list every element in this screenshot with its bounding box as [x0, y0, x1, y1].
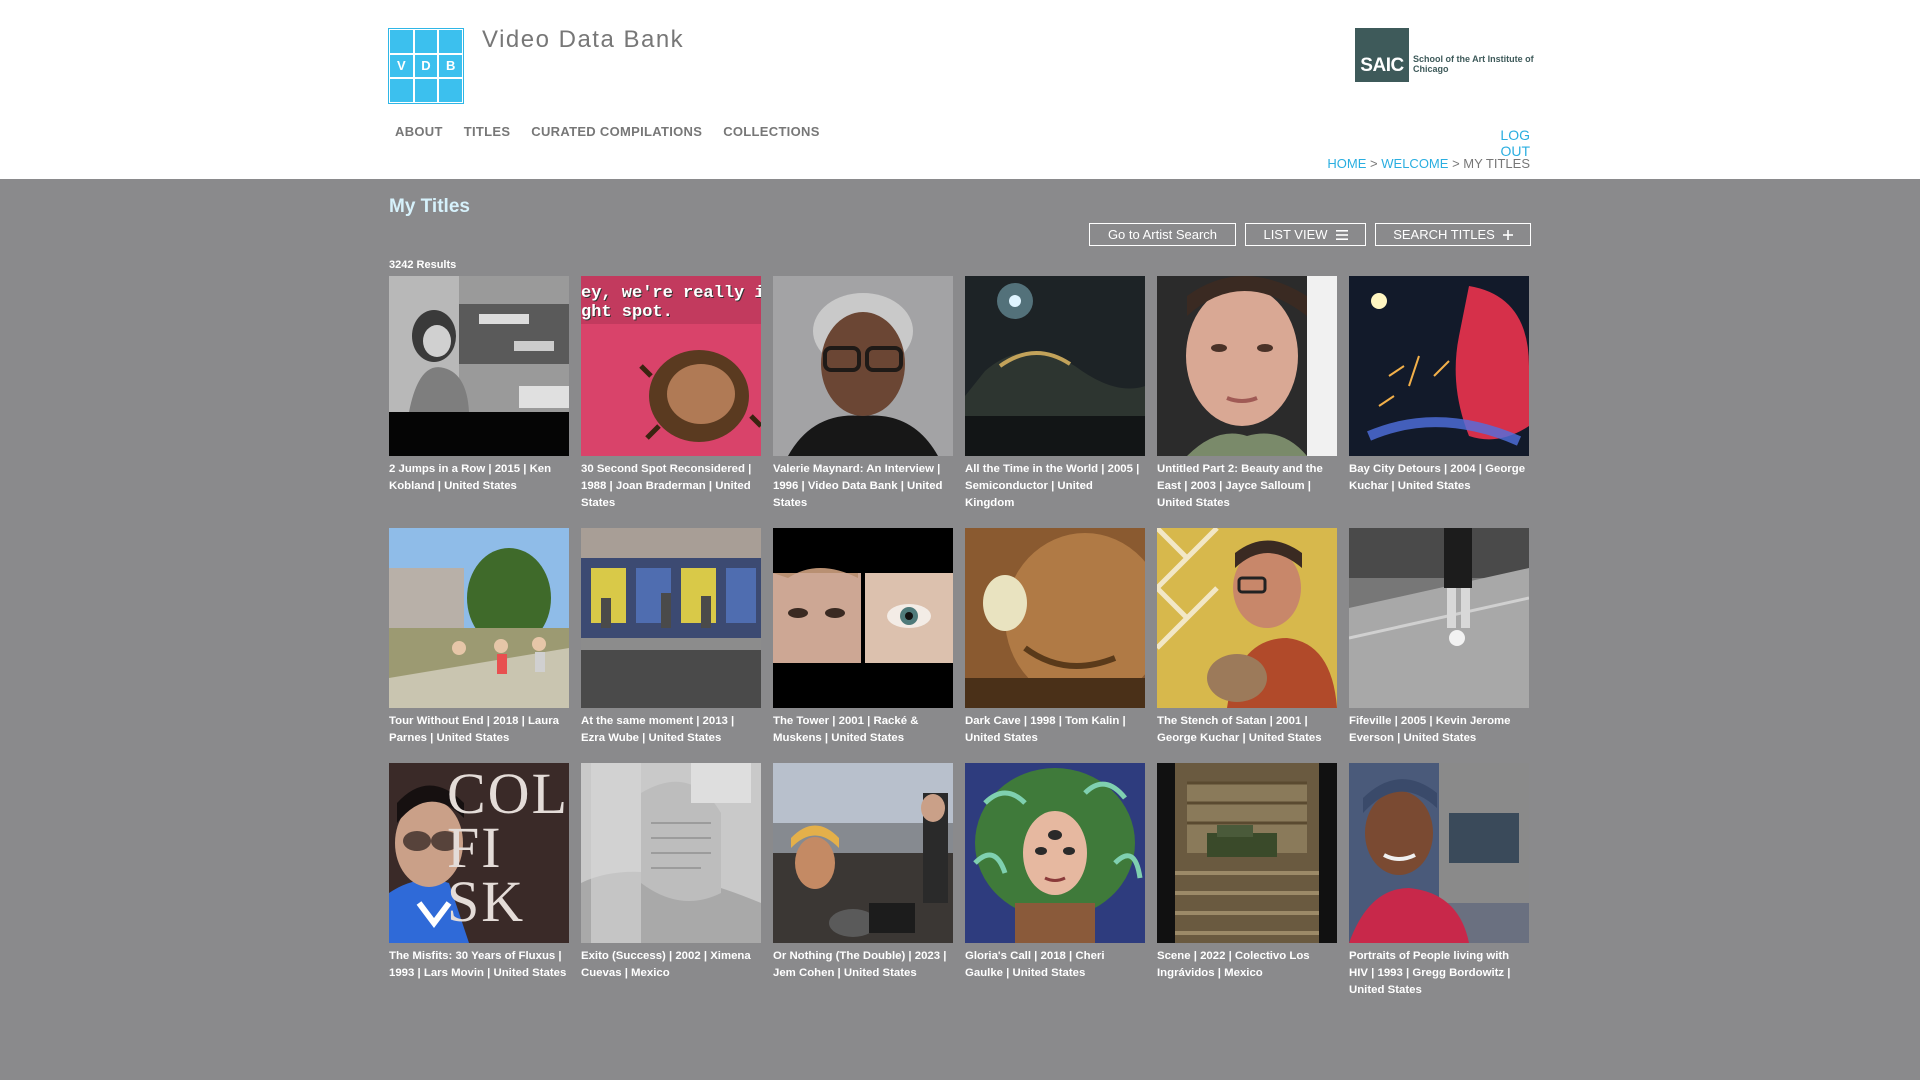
title-thumbnail[interactable] — [389, 528, 569, 708]
saic-logo-mark: SAIC — [1355, 28, 1409, 82]
title-thumbnail[interactable] — [1157, 276, 1337, 456]
title-card[interactable]: Portraits of People living with HIV | 19… — [1349, 763, 1529, 999]
title-caption[interactable]: 2 Jumps in a Row | 2015 | Ken Kobland | … — [389, 461, 569, 495]
title-card[interactable]: Valerie Maynard: An Interview | 1996 | V… — [773, 276, 953, 512]
title-card[interactable]: Scene | 2022 | Colectivo Los Ingrávidos … — [1157, 763, 1337, 982]
title-caption[interactable]: Valerie Maynard: An Interview | 1996 | V… — [773, 461, 953, 512]
logo-letter: V — [389, 53, 414, 79]
title-card[interactable]: Untitled Part 2: Beauty and the East | 2… — [1157, 276, 1337, 512]
title-thumbnail[interactable]: COLOR FI SK — [389, 763, 569, 943]
breadcrumb-separator: > — [1370, 156, 1378, 171]
title-card[interactable]: Or Nothing (The Double) | 2023 | Jem Coh… — [773, 763, 953, 982]
title-caption[interactable]: Tour Without End | 2018 | Laura Parnes |… — [389, 713, 569, 747]
nav-collections[interactable]: COLLECTIONS — [723, 124, 819, 139]
title-caption[interactable]: The Misfits: 30 Years of Fluxus | 1993 |… — [389, 948, 569, 982]
nav-about[interactable]: ABOUT — [395, 124, 443, 139]
title-thumbnail[interactable] — [773, 763, 953, 943]
title-card[interactable]: 2 Jumps in a Row | 2015 | Ken Kobland | … — [389, 276, 569, 495]
logout-link[interactable]: LOG OUT — [1470, 127, 1530, 159]
title-caption[interactable]: Untitled Part 2: Beauty and the East | 2… — [1157, 461, 1337, 512]
breadcrumb: HOME > WELCOME > MY TITLES — [1290, 156, 1530, 171]
breadcrumb-home[interactable]: HOME — [1327, 156, 1366, 171]
title-caption[interactable]: All the Time in the World | 2005 | Semic… — [965, 461, 1145, 512]
title-thumbnail[interactable] — [1157, 528, 1337, 708]
logo-letter: B — [438, 53, 463, 79]
page-title: My Titles — [389, 196, 470, 217]
title-thumbnail[interactable] — [389, 276, 569, 456]
breadcrumb-welcome[interactable]: WELCOME — [1381, 156, 1448, 171]
title-thumbnail[interactable] — [581, 763, 761, 943]
title-card[interactable]: Fifeville | 2005 | Kevin Jerome Everson … — [1349, 528, 1529, 747]
saic-logo[interactable]: SAIC School of the Art Institute of Chic… — [1355, 28, 1541, 82]
site-header: V D B Video Data Bank SAIC School of the… — [0, 0, 1920, 179]
title-card[interactable]: The Tower | 2001 | Racké & Muskens | Uni… — [773, 528, 953, 747]
title-card[interactable]: At the same moment | 2013 | Ezra Wube | … — [581, 528, 761, 747]
plus-icon — [1502, 227, 1513, 243]
title-caption[interactable]: Portraits of People living with HIV | 19… — [1349, 948, 1529, 999]
search-titles-button[interactable]: SEARCH TITLES — [1375, 223, 1531, 246]
breadcrumb-current: MY TITLES — [1463, 156, 1530, 171]
saic-logo-name: School of the Art Institute of Chicago — [1413, 54, 1534, 74]
title-thumbnail[interactable] — [1349, 528, 1529, 708]
thumbnail-text: COLOR FI SK — [447, 763, 569, 934]
title-thumbnail[interactable] — [773, 528, 953, 708]
title-caption[interactable]: Dark Cave | 1998 | Tom Kalin | United St… — [965, 713, 1145, 747]
breadcrumb-separator: > — [1452, 156, 1460, 171]
nav-titles[interactable]: TITLES — [464, 124, 511, 139]
title-card[interactable]: Dark Cave | 1998 | Tom Kalin | United St… — [965, 528, 1145, 747]
main-nav: ABOUT TITLES CURATED COMPILATIONS COLLEC… — [395, 124, 841, 139]
title-thumbnail[interactable] — [581, 528, 761, 708]
title-caption[interactable]: Fifeville | 2005 | Kevin Jerome Everson … — [1349, 713, 1529, 747]
title-caption[interactable]: The Stench of Satan | 2001 | George Kuch… — [1157, 713, 1337, 747]
title-thumbnail[interactable] — [773, 276, 953, 456]
artist-search-button[interactable]: Go to Artist Search — [1089, 223, 1236, 246]
title-thumbnail[interactable]: ey, we're really in ght spot. — [581, 276, 761, 456]
title-caption[interactable]: The Tower | 2001 | Racké & Muskens | Uni… — [773, 713, 953, 747]
title-card[interactable]: All the Time in the World | 2005 | Semic… — [965, 276, 1145, 512]
thumbnail-text: ey, we're really in ght spot. — [581, 284, 761, 322]
title-card[interactable]: ey, we're really in ght spot. 30 Second … — [581, 276, 761, 512]
search-titles-label: SEARCH TITLES — [1393, 227, 1495, 242]
artist-search-label: Go to Artist Search — [1107, 227, 1218, 242]
title-thumbnail[interactable] — [965, 528, 1145, 708]
title-card[interactable]: Bay City Detours | 2004 | George Kuchar … — [1349, 276, 1529, 495]
title-thumbnail[interactable] — [965, 276, 1145, 456]
list-view-button[interactable]: LIST VIEW — [1245, 223, 1366, 246]
title-card[interactable]: COLOR FI SK The Misfits: 30 Years of Flu… — [389, 763, 569, 982]
hamburger-icon — [1335, 227, 1348, 243]
title-thumbnail[interactable] — [965, 763, 1145, 943]
title-caption[interactable]: Scene | 2022 | Colectivo Los Ingrávidos … — [1157, 948, 1337, 982]
vdb-logo[interactable]: V D B — [388, 28, 464, 104]
title-caption[interactable]: Exito (Success) | 2002 | Ximena Cuevas |… — [581, 948, 761, 982]
title-caption[interactable]: Or Nothing (The Double) | 2023 | Jem Coh… — [773, 948, 953, 982]
site-title[interactable]: Video Data Bank — [482, 26, 684, 54]
logo-letter: D — [413, 53, 439, 79]
title-caption[interactable]: Gloria's Call | 2018 | Cheri Gaulke | Un… — [965, 948, 1145, 982]
list-view-label: LIST VIEW — [1263, 227, 1328, 242]
results-count: 3242 Results — [389, 259, 457, 271]
title-caption[interactable]: Bay City Detours | 2004 | George Kuchar … — [1349, 461, 1529, 495]
title-caption[interactable]: At the same moment | 2013 | Ezra Wube | … — [581, 713, 761, 747]
title-card[interactable]: Tour Without End | 2018 | Laura Parnes |… — [389, 528, 569, 747]
title-thumbnail[interactable] — [1157, 763, 1337, 943]
title-thumbnail[interactable] — [1349, 763, 1529, 943]
title-caption[interactable]: 30 Second Spot Reconsidered | 1988 | Joa… — [581, 461, 761, 512]
title-card[interactable]: Gloria's Call | 2018 | Cheri Gaulke | Un… — [965, 763, 1145, 982]
title-card[interactable]: The Stench of Satan | 2001 | George Kuch… — [1157, 528, 1337, 747]
title-card[interactable]: Exito (Success) | 2002 | Ximena Cuevas |… — [581, 763, 761, 982]
title-thumbnail[interactable] — [1349, 276, 1529, 456]
toolbar: Go to Artist Search LIST VIEW SEARCH TIT… — [1089, 223, 1540, 246]
nav-curated-compilations[interactable]: CURATED COMPILATIONS — [531, 124, 702, 139]
